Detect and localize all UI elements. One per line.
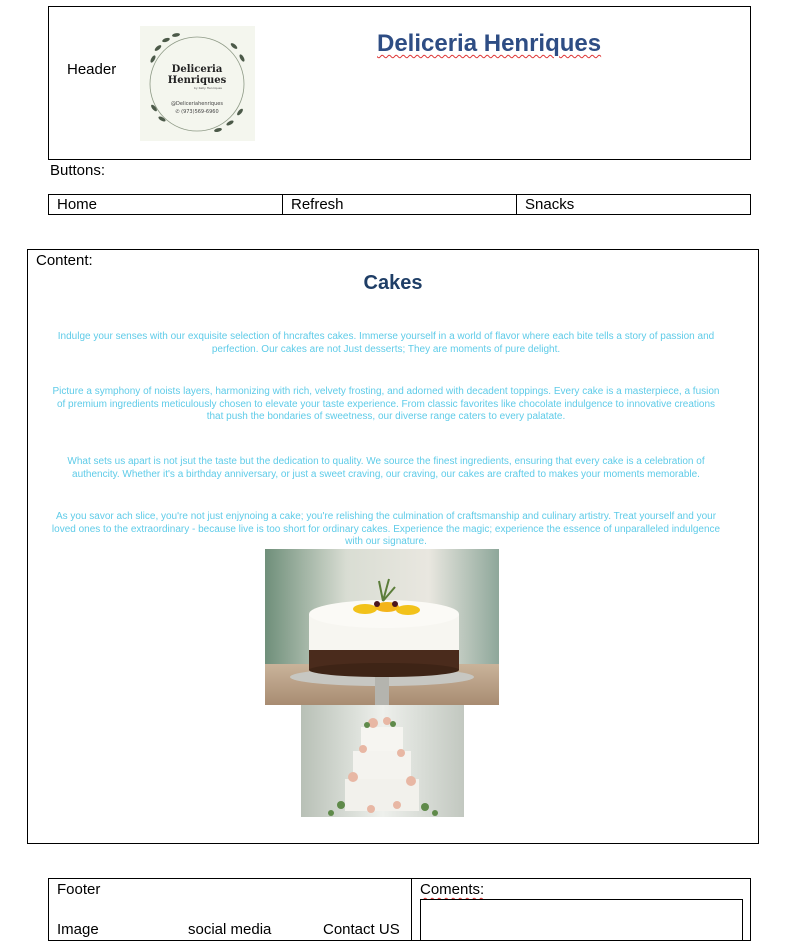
buttons-label: Buttons: <box>50 162 106 179</box>
logo-phone: ✆ (973)569-6960 <box>175 109 218 115</box>
logo-name-line2: Henriques <box>168 75 227 86</box>
comments-input[interactable] <box>420 899 743 941</box>
social-media-link[interactable]: social media <box>188 921 271 938</box>
footer-divider <box>411 878 412 941</box>
layers-paragraph: Picture a symphony of noists layers, har… <box>52 386 720 422</box>
brand-logo: Deliceria Henriques by Kelly Henriques @… <box>140 26 255 141</box>
contact-us-link[interactable]: Contact US <box>323 921 400 938</box>
logo-name-line1: Deliceria <box>172 64 223 75</box>
content-label: Content: <box>36 252 93 269</box>
site-title: Deliceria Henriques <box>377 30 602 57</box>
cake-photo <box>265 549 499 705</box>
wedding-cake-photo <box>301 705 464 817</box>
savor-paragraph: As you savor ach slice, you're not just … <box>51 511 721 547</box>
logo-byline: by Kelly Henriques <box>194 86 222 90</box>
nav-button-bar: Home Refresh Snacks <box>48 194 751 215</box>
header-label: Header <box>67 61 117 78</box>
quality-paragraph: What sets us apart is not jsut the taste… <box>67 456 705 480</box>
cakes-heading: Cakes <box>363 272 423 294</box>
footer-image-label: Image <box>57 921 99 938</box>
logo-wreath-graphic: Deliceria Henriques by Kelly Henriques @… <box>140 26 255 141</box>
comments-label: Coments: <box>420 881 485 898</box>
snacks-button[interactable]: Snacks <box>517 195 750 214</box>
logo-handle: @Deliceriahenriques <box>171 101 223 107</box>
home-button[interactable]: Home <box>49 195 283 214</box>
refresh-button[interactable]: Refresh <box>283 195 517 214</box>
footer-label: Footer <box>57 881 101 898</box>
intro-paragraph: Indulge your senses with our exquisite s… <box>57 331 715 355</box>
